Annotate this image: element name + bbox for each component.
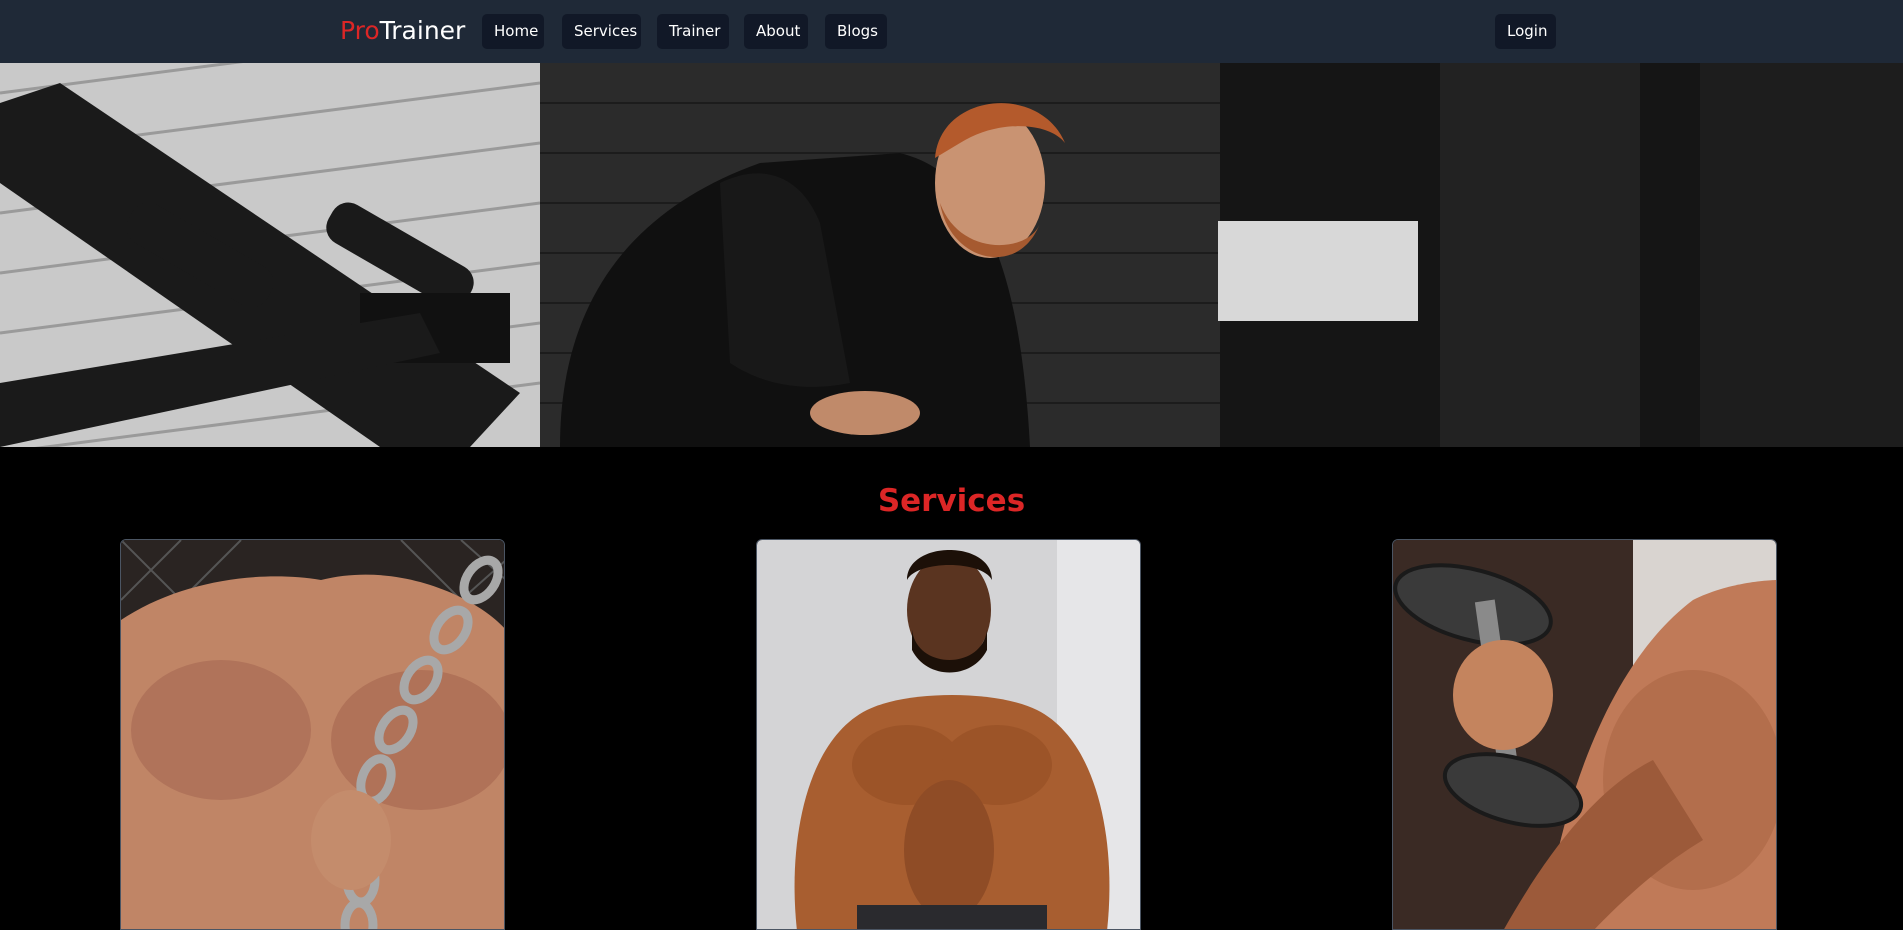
- brand-logo[interactable]: ProTrainer: [340, 14, 465, 48]
- hero-image: [0, 63, 1903, 447]
- login-button[interactable]: Login: [1495, 14, 1556, 49]
- service-image-dumbbell: [1393, 540, 1776, 929]
- service-card[interactable]: [756, 539, 1141, 930]
- top-navbar: ProTrainer Home Services Trainer About B…: [0, 0, 1903, 63]
- brand-trainer: Trainer: [379, 16, 466, 45]
- brand-pro: Pro: [340, 16, 380, 45]
- nav-home-button[interactable]: Home: [482, 14, 544, 49]
- hero-photo: [0, 63, 1903, 447]
- service-card[interactable]: [120, 539, 505, 930]
- service-image-bodybuilder: [757, 540, 1140, 929]
- services-title: Services: [877, 483, 1026, 519]
- nav-blogs-button[interactable]: Blogs: [825, 14, 887, 49]
- nav-services-button[interactable]: Services: [562, 14, 641, 49]
- service-card[interactable]: [1392, 539, 1777, 930]
- nav-about-button[interactable]: About: [744, 14, 808, 49]
- service-image-chain: [121, 540, 504, 929]
- nav-trainer-button[interactable]: Trainer: [657, 14, 729, 49]
